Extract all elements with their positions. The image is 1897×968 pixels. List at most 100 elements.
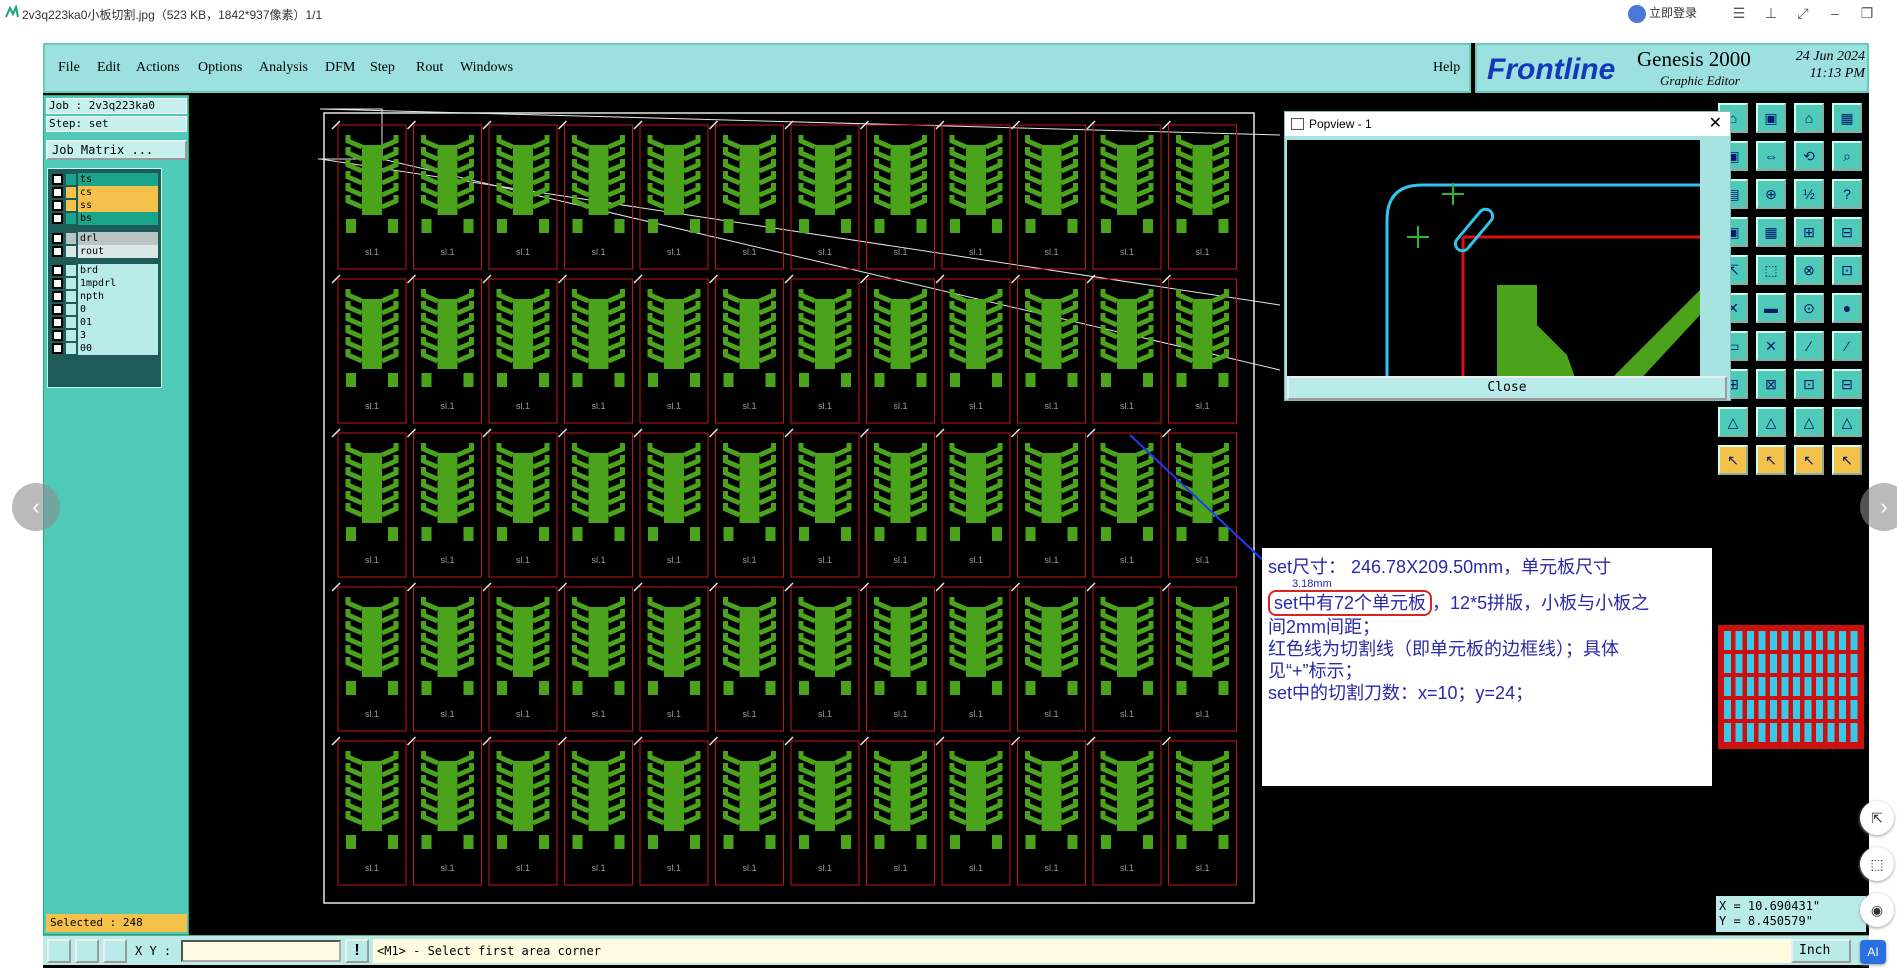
unit-selector[interactable]: Inch: [1791, 939, 1851, 963]
layer-checkbox[interactable]: [52, 304, 63, 315]
alert-icon[interactable]: !: [345, 939, 369, 963]
tool-button-7-icon[interactable]: ⟲: [1794, 141, 1824, 171]
overview-map[interactable]: [1718, 625, 1864, 749]
layer-name[interactable]: 00: [78, 342, 158, 355]
tool-button-11-icon[interactable]: ½: [1794, 179, 1824, 209]
tool-button-16-icon[interactable]: ⊟: [1832, 217, 1862, 247]
menu-help[interactable]: Help: [1433, 60, 1460, 76]
tool-button-35-icon[interactable]: △: [1794, 407, 1824, 437]
layer-checkbox[interactable]: [52, 174, 63, 185]
menu-windows[interactable]: Windows: [460, 60, 513, 76]
layer-name[interactable]: rout: [78, 245, 158, 258]
login-button[interactable]: 立即登录: [1628, 3, 1697, 23]
tool-button-27-icon[interactable]: ⁄: [1794, 331, 1824, 361]
layer-name[interactable]: bs: [78, 212, 158, 225]
measure-icon[interactable]: [75, 939, 99, 963]
layer-name[interactable]: drl: [78, 232, 158, 245]
layer-row-cs[interactable]: cs: [50, 186, 160, 199]
layer-row-npth[interactable]: npth: [50, 290, 160, 303]
minimize-icon[interactable]: –: [1826, 4, 1844, 22]
layer-checkbox[interactable]: [52, 291, 63, 302]
xy-input[interactable]: [181, 940, 341, 962]
tool-button-24-icon[interactable]: ●: [1832, 293, 1862, 323]
layer-checkbox[interactable]: [52, 187, 63, 198]
layer-checkbox[interactable]: [52, 213, 63, 224]
job-matrix-button[interactable]: Job Matrix ...: [46, 140, 187, 160]
tool-button-6-icon[interactable]: ⇔: [1756, 141, 1786, 171]
tool-button-3-icon[interactable]: ⌂: [1794, 103, 1824, 133]
layer-checkbox[interactable]: [52, 343, 63, 354]
layer-checkbox[interactable]: [52, 233, 63, 244]
tool-button-20-icon[interactable]: ⊡: [1832, 255, 1862, 285]
layer-name[interactable]: 0: [78, 303, 158, 316]
layer-name[interactable]: cs: [78, 186, 158, 199]
tool-button-14-icon[interactable]: ▦: [1756, 217, 1786, 247]
layer-row-ts[interactable]: ts: [50, 173, 160, 186]
tool-button-39-icon[interactable]: ↖: [1794, 445, 1824, 475]
tool-button-38-icon[interactable]: ↖: [1756, 445, 1786, 475]
tool-button-37-icon[interactable]: ↖: [1718, 445, 1748, 475]
tool-button-23-icon[interactable]: ⊙: [1794, 293, 1824, 323]
menu-file[interactable]: File: [58, 60, 80, 76]
tool-button-4-icon[interactable]: ▦: [1832, 103, 1862, 133]
layer-checkbox[interactable]: [52, 265, 63, 276]
layer-checkbox[interactable]: [52, 246, 63, 257]
menu-actions[interactable]: Actions: [136, 60, 180, 76]
restore-icon[interactable]: ❐: [1858, 4, 1876, 22]
layer-name[interactable]: brd: [78, 264, 158, 277]
layer-checkbox[interactable]: [52, 200, 63, 211]
popview-close-button[interactable]: Close: [1287, 376, 1727, 400]
menu-edit[interactable]: Edit: [97, 60, 120, 76]
layer-name[interactable]: 1mpdrl: [78, 277, 158, 290]
layer-name[interactable]: ss: [78, 199, 158, 212]
zoom-area-icon[interactable]: [47, 939, 71, 963]
ai-badge[interactable]: AI: [1860, 940, 1886, 964]
layer-row-rout[interactable]: rout: [50, 245, 160, 258]
grid-icon[interactable]: [103, 939, 127, 963]
tool-button-18-icon[interactable]: ⬚: [1756, 255, 1786, 285]
tool-button-19-icon[interactable]: ⊗: [1794, 255, 1824, 285]
crop-icon[interactable]: ⬚: [1860, 847, 1894, 881]
tool-button-15-icon[interactable]: ⊞: [1794, 217, 1824, 247]
layer-row-brd[interactable]: brd: [50, 264, 160, 277]
layer-row-01[interactable]: 01: [50, 316, 160, 329]
menu-analysis[interactable]: Analysis: [259, 60, 308, 76]
layer-row-0[interactable]: 0: [50, 303, 160, 316]
tool-button-34-icon[interactable]: △: [1756, 407, 1786, 437]
tool-button-2-icon[interactable]: ▣: [1756, 103, 1786, 133]
layer-row-00[interactable]: 00: [50, 342, 160, 355]
layer-row-1mpdrl[interactable]: 1mpdrl: [50, 277, 160, 290]
tool-button-40-icon[interactable]: ↖: [1832, 445, 1862, 475]
close-icon[interactable]: ✕: [1709, 112, 1722, 136]
tool-button-32-icon[interactable]: ⊟: [1832, 369, 1862, 399]
layer-row-bs[interactable]: bs: [50, 212, 160, 225]
tool-button-31-icon[interactable]: ⊡: [1794, 369, 1824, 399]
tool-button-30-icon[interactable]: ⊠: [1756, 369, 1786, 399]
layer-checkbox[interactable]: [52, 330, 63, 341]
layer-name[interactable]: 01: [78, 316, 158, 329]
tool-button-8-icon[interactable]: ⌕: [1832, 141, 1862, 171]
palette-icon[interactable]: ◉: [1860, 893, 1894, 927]
menu-rout[interactable]: Rout: [416, 60, 443, 76]
pin-icon[interactable]: ⊥: [1762, 4, 1780, 22]
menu-step[interactable]: Step: [370, 60, 395, 76]
tool-button-10-icon[interactable]: ⊕: [1756, 179, 1786, 209]
layer-checkbox[interactable]: [52, 278, 63, 289]
layer-name[interactable]: ts: [78, 173, 158, 186]
layer-checkbox[interactable]: [52, 317, 63, 328]
tool-button-36-icon[interactable]: △: [1832, 407, 1862, 437]
layer-row-ss[interactable]: ss: [50, 199, 160, 212]
prev-image-button[interactable]: ‹: [12, 483, 60, 531]
menu-dfm[interactable]: DFM: [325, 60, 355, 76]
tool-button-22-icon[interactable]: ▬: [1756, 293, 1786, 323]
menu-icon[interactable]: ☰: [1730, 4, 1748, 22]
tool-button-28-icon[interactable]: ⁄: [1832, 331, 1862, 361]
tool-button-26-icon[interactable]: ✕: [1756, 331, 1786, 361]
menu-options[interactable]: Options: [198, 60, 242, 76]
tool-button-12-icon[interactable]: ?: [1832, 179, 1862, 209]
layer-name[interactable]: npth: [78, 290, 158, 303]
fullscreen-icon[interactable]: ⤢: [1794, 4, 1812, 22]
open-external-icon[interactable]: ⇱: [1860, 801, 1894, 835]
layer-row-3[interactable]: 3: [50, 329, 160, 342]
tool-button-33-icon[interactable]: △: [1718, 407, 1748, 437]
